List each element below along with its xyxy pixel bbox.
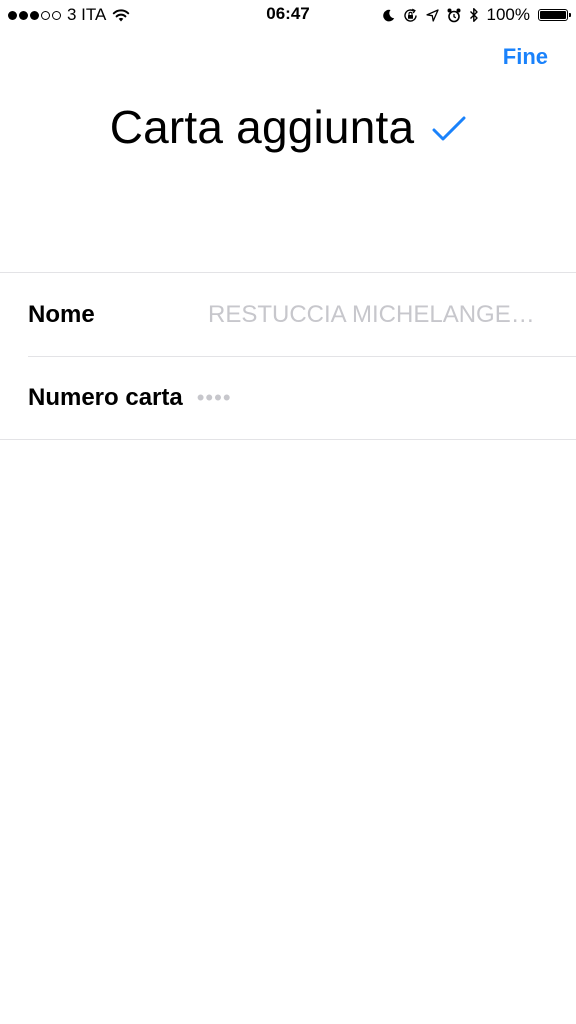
card-number-label: Numero carta [28,383,183,411]
status-bar: 3 ITA 06:47 100% [0,0,576,30]
card-number-value: •••• [196,384,232,410]
bluetooth-icon [469,7,478,22]
rotation-lock-icon [403,8,417,22]
page-title: Carta aggiunta [109,101,415,153]
screen: 3 ITA 06:47 100% Fine Carta aggiunta Nom… [0,0,576,1024]
battery-percentage: 100% [486,5,530,24]
moon-icon [382,9,394,21]
battery-icon [538,9,571,21]
name-label: Nome [28,300,95,328]
alarm-clock-icon [447,8,461,22]
battery-fill [540,11,566,19]
location-arrow-icon [425,8,439,22]
done-button[interactable]: Fine [503,44,548,70]
card-number-row: Numero carta •••• [0,356,576,439]
name-row: Nome RESTUCCIA MICHELANGE… [0,273,576,356]
status-right: 100% [382,4,571,26]
checkmark-icon [432,116,466,141]
heading: Carta aggiunta [0,100,576,154]
card-details-form: Nome RESTUCCIA MICHELANGE… Numero carta … [0,272,576,440]
name-value: RESTUCCIA MICHELANGE… [208,300,535,328]
